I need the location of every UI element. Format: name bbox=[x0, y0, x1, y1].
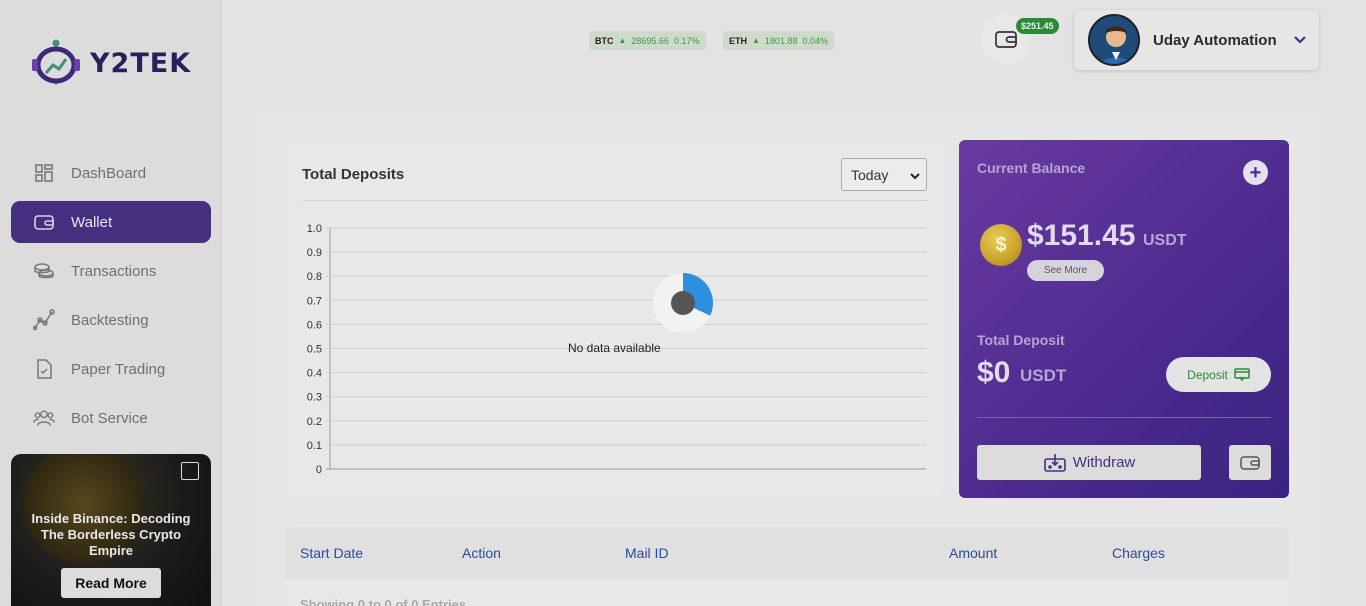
total-deposit-label: Total Deposit bbox=[977, 332, 1065, 348]
add-funds-button[interactable]: + bbox=[1243, 160, 1268, 185]
dashboard-icon bbox=[33, 162, 55, 184]
chart-y-tick-label: 0 bbox=[316, 464, 322, 476]
divider bbox=[302, 200, 927, 201]
promo-title: Inside Binance: Decoding The Borderless … bbox=[31, 511, 191, 558]
current-balance-unit: USDT bbox=[1143, 232, 1187, 249]
sidebar-item-label: Bot Service bbox=[71, 409, 148, 427]
deposit-button-label: Deposit bbox=[1187, 367, 1228, 382]
divider bbox=[977, 417, 1271, 418]
logo[interactable]: Y2TEK bbox=[28, 34, 198, 92]
withdraw-icon bbox=[1043, 453, 1066, 472]
chart-y-tick-label: 0.6 bbox=[307, 319, 322, 331]
period-select-value: Today bbox=[851, 166, 889, 183]
coins-icon bbox=[33, 260, 55, 282]
ticker-price: 1801.88 bbox=[764, 35, 798, 46]
dollar-coin-icon: $ bbox=[980, 224, 1022, 266]
plus-icon: + bbox=[1249, 161, 1262, 184]
sidebar-nav: DashBoard Wallet Transactions Backtestin… bbox=[11, 152, 211, 446]
sidebar-item-paper-trading[interactable]: Paper Trading bbox=[11, 348, 211, 390]
deposit-icon bbox=[1234, 368, 1250, 381]
deposit-button[interactable]: Deposit bbox=[1166, 357, 1271, 392]
promo-card[interactable]: Inside Binance: Decoding The Borderless … bbox=[11, 454, 211, 606]
ticker-symbol: BTC bbox=[595, 35, 614, 46]
chart-y-tick-label: 1.0 bbox=[307, 223, 322, 235]
sidebar-item-bot-service[interactable]: Bot Service bbox=[11, 397, 211, 439]
sidebar-item-label: Paper Trading bbox=[71, 360, 166, 378]
sidebar: Y2TEK DashBoard Wallet Transactions Back… bbox=[0, 0, 222, 606]
total-deposit-unit: USDT bbox=[1020, 366, 1067, 385]
wallet-balance-badge: $251.45 bbox=[1016, 18, 1059, 34]
current-balance-label: Current Balance bbox=[977, 160, 1086, 176]
user-menu[interactable]: Uday Automation bbox=[1074, 10, 1319, 70]
sidebar-item-label: Wallet bbox=[71, 213, 113, 231]
logo-text: Y2TEK bbox=[90, 47, 192, 79]
robot-logo-icon bbox=[32, 39, 80, 85]
ticker-price: 28695.66 bbox=[631, 35, 669, 46]
ticker-eth: ETH ▲ 1801.88 0.04% bbox=[723, 31, 834, 50]
wallet-button[interactable] bbox=[1229, 445, 1271, 480]
read-more-button[interactable]: Read More bbox=[61, 568, 161, 598]
chart-y-tick-label: 0.3 bbox=[307, 392, 322, 404]
no-data-message: No data available bbox=[568, 341, 661, 355]
line-chart-icon bbox=[33, 309, 55, 331]
column-header-charges[interactable]: Charges bbox=[1112, 545, 1165, 561]
wallet-icon bbox=[33, 211, 55, 233]
chart-y-tick-label: 0.5 bbox=[307, 344, 322, 356]
period-select[interactable]: Today bbox=[841, 158, 927, 191]
user-name: Uday Automation bbox=[1153, 31, 1277, 49]
avatar bbox=[1088, 14, 1140, 66]
sidebar-item-backtesting[interactable]: Backtesting bbox=[11, 299, 211, 341]
sidebar-item-label: Transactions bbox=[71, 262, 157, 280]
see-more-button[interactable]: See More bbox=[1027, 260, 1104, 281]
sidebar-item-wallet[interactable]: Wallet bbox=[11, 201, 211, 243]
chart-y-tick-label: 0.4 bbox=[307, 368, 322, 380]
table-entries-info: Showing 0 to 0 of 0 Entries bbox=[300, 597, 467, 606]
ticker-btc: BTC ▲ 28695.66 0.17% bbox=[589, 31, 706, 50]
withdraw-button[interactable]: Withdraw bbox=[977, 445, 1201, 480]
column-header-start-date[interactable]: Start Date bbox=[300, 545, 363, 561]
sidebar-item-dashboard[interactable]: DashBoard bbox=[11, 152, 211, 194]
ticker-symbol: ETH bbox=[729, 35, 747, 46]
column-header-mail-id[interactable]: Mail ID bbox=[625, 545, 669, 561]
deposits-title: Total Deposits bbox=[302, 166, 405, 183]
arrow-up-icon: ▲ bbox=[752, 36, 760, 45]
chart-y-tick-label: 0.1 bbox=[307, 440, 322, 452]
total-deposit-amount: $0 bbox=[977, 356, 1011, 389]
current-balance-amount: $151.45 bbox=[1027, 219, 1136, 252]
withdraw-button-label: Withdraw bbox=[1072, 454, 1136, 471]
loading-spinner bbox=[653, 273, 713, 333]
ticker-change: 0.04% bbox=[802, 35, 828, 46]
sidebar-item-label: Backtesting bbox=[71, 311, 149, 329]
column-header-amount[interactable]: Amount bbox=[949, 545, 997, 561]
expand-icon[interactable] bbox=[181, 462, 199, 480]
sidebar-item-label: DashBoard bbox=[71, 164, 147, 182]
chevron-down-icon bbox=[910, 167, 920, 183]
chart-y-tick-label: 0.8 bbox=[307, 271, 322, 283]
users-icon bbox=[33, 407, 55, 429]
chevron-down-icon[interactable] bbox=[1293, 32, 1307, 48]
ticker-change: 0.17% bbox=[673, 35, 700, 46]
arrow-up-icon: ▲ bbox=[618, 36, 627, 45]
wallet-icon bbox=[1240, 455, 1260, 470]
document-icon bbox=[33, 358, 55, 380]
chart-y-tick-label: 0.2 bbox=[307, 416, 322, 428]
chart-y-tick-label: 0.7 bbox=[307, 295, 322, 307]
wallet-icon bbox=[995, 31, 1017, 48]
chart-y-tick-label: 0.9 bbox=[307, 247, 322, 259]
sidebar-item-transactions[interactable]: Transactions bbox=[11, 250, 211, 292]
column-header-action[interactable]: Action bbox=[462, 545, 501, 561]
